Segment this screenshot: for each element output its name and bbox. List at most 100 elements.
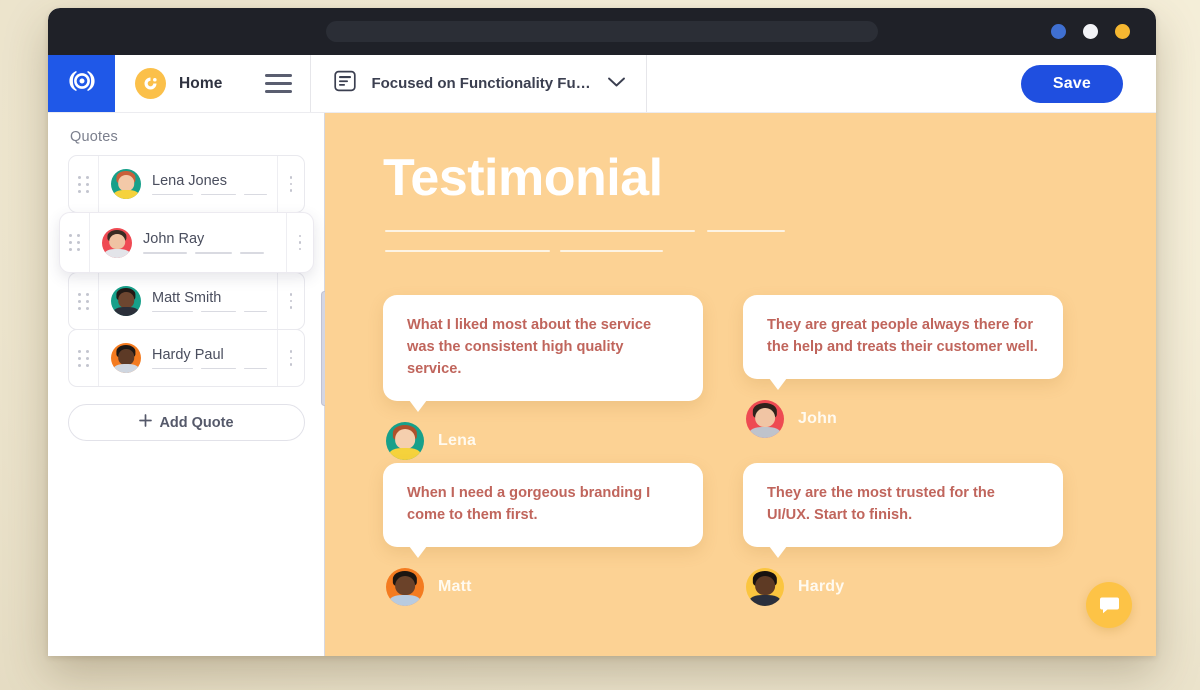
- avatar: [746, 568, 784, 606]
- quote-list-item[interactable]: Matt Smith: [68, 272, 305, 330]
- author-name: Matt: [438, 578, 472, 595]
- avatar-illustration: [111, 286, 141, 316]
- home-nav-item[interactable]: Home: [115, 55, 310, 112]
- quote-list-item[interactable]: Lena Jones: [68, 155, 305, 213]
- quote-drag-handle[interactable]: [69, 273, 99, 329]
- plus-icon: [139, 414, 153, 431]
- quote-item-text: Lena Jones: [152, 173, 267, 196]
- avatar-illustration: [102, 228, 132, 258]
- heading-placeholder-line-row-2: [385, 250, 663, 252]
- avatar: [386, 568, 424, 606]
- quotes-sidebar: Quotes Lena Jones John Ray Matt Smith Hardy…: [48, 113, 328, 656]
- quote-placeholder-lines: [143, 252, 276, 254]
- avatar-illustration: [386, 422, 424, 460]
- quote-list: Lena Jones John Ray Matt Smith Hardy Paul: [48, 155, 325, 387]
- document-icon: [333, 69, 357, 98]
- sidebar-title: Quotes: [70, 129, 118, 145]
- more-vertical-icon: [289, 293, 293, 309]
- app-body: Quotes Lena Jones John Ray Matt Smith Hardy…: [48, 113, 1156, 656]
- quote-drag-handle[interactable]: [60, 213, 90, 272]
- quote-text: They are the most trusted for the UI/UX.…: [767, 485, 995, 524]
- testimonial-canvas: Testimonial What I liked most about the …: [325, 113, 1156, 656]
- brand-logo-icon: [67, 70, 97, 97]
- save-button[interactable]: Save: [1020, 64, 1123, 103]
- add-quote-button[interactable]: Add Quote: [68, 404, 305, 441]
- add-quote-label: Add Quote: [159, 414, 234, 431]
- testimonial-card[interactable]: What I liked most about the service was …: [383, 295, 703, 460]
- window-dot-white-icon[interactable]: [1083, 24, 1098, 39]
- quote-item-content: John Ray: [90, 213, 286, 272]
- quote-text: When I need a gorgeous branding I come t…: [407, 485, 651, 524]
- brand-logo-button[interactable]: [48, 55, 115, 112]
- quote-text: They are great people always there for t…: [767, 317, 1038, 356]
- more-vertical-icon: [298, 234, 302, 251]
- document-selector[interactable]: Focused on Functionality Fue...: [310, 55, 648, 112]
- quote-placeholder-lines: [152, 367, 267, 370]
- home-label: Home: [179, 74, 223, 92]
- avatar-illustration: [386, 568, 424, 606]
- quote-author-name: Lena Jones: [152, 172, 227, 189]
- drag-handle-icon: [78, 349, 89, 367]
- more-vertical-icon: [289, 176, 293, 192]
- home-avatar-icon: [135, 68, 166, 99]
- quote-list-item[interactable]: Hardy Paul: [68, 329, 305, 387]
- window-controls: [1051, 8, 1130, 55]
- quote-item-content: Matt Smith: [99, 273, 277, 329]
- quote-bubble[interactable]: They are great people always there for t…: [743, 295, 1063, 390]
- avatar: [102, 227, 132, 258]
- testimonial-author: Lena: [383, 421, 703, 460]
- chat-bubble-icon[interactable]: [1086, 582, 1132, 628]
- author-name: Hardy: [798, 578, 845, 595]
- address-bar[interactable]: [326, 21, 878, 42]
- quote-bubble[interactable]: What I liked most about the service was …: [383, 295, 703, 411]
- chevron-down-icon[interactable]: [607, 75, 626, 93]
- window-dot-yellow-icon[interactable]: [1115, 24, 1130, 39]
- testimonial-card[interactable]: They are great people always there for t…: [743, 295, 1063, 438]
- testimonial-author: Matt: [383, 568, 703, 606]
- page-title: Testimonial: [383, 149, 663, 207]
- browser-titlebar: [48, 8, 1156, 55]
- quote-item-menu-button[interactable]: [277, 330, 304, 386]
- quote-bubble[interactable]: When I need a gorgeous branding I come t…: [383, 463, 703, 558]
- quote-item-menu-button[interactable]: [286, 213, 313, 272]
- author-name: Lena: [438, 431, 477, 449]
- quote-placeholder-lines: [152, 193, 267, 196]
- quote-text: What I liked most about the service was …: [407, 317, 652, 378]
- quote-drag-handle[interactable]: [69, 330, 99, 386]
- quote-author-name: Hardy Paul: [152, 346, 224, 363]
- quote-placeholder-lines: [152, 310, 267, 313]
- avatar-illustration: [111, 343, 141, 373]
- quote-bubble[interactable]: They are the most trusted for the UI/UX.…: [743, 463, 1063, 558]
- avatar-illustration: [746, 400, 784, 438]
- quote-item-text: John Ray: [143, 231, 276, 254]
- quote-list-item[interactable]: John Ray: [59, 212, 314, 273]
- quote-item-text: Matt Smith: [152, 290, 267, 313]
- avatar: [746, 400, 784, 438]
- author-name: John: [798, 410, 838, 427]
- testimonial-author: Hardy: [743, 568, 1063, 606]
- app-window: Home Focused on Functionality Fue... Sav…: [48, 8, 1156, 656]
- document-title: Focused on Functionality Fue...: [371, 75, 594, 92]
- avatar: [386, 421, 424, 460]
- quote-author-name: John Ray: [143, 231, 205, 248]
- avatar: [111, 343, 141, 373]
- window-dot-blue-icon[interactable]: [1051, 24, 1066, 39]
- quote-author-name: Matt Smith: [152, 289, 222, 306]
- avatar-illustration: [111, 169, 141, 199]
- quote-item-menu-button[interactable]: [277, 156, 304, 212]
- quote-item-content: Hardy Paul: [99, 330, 277, 386]
- quote-drag-handle[interactable]: [69, 156, 99, 212]
- drag-handle-icon: [78, 175, 89, 193]
- testimonial-card[interactable]: They are the most trusted for the UI/UX.…: [743, 463, 1063, 606]
- hamburger-menu-icon[interactable]: [265, 74, 293, 93]
- avatar: [111, 286, 141, 316]
- quote-item-text: Hardy Paul: [152, 347, 267, 370]
- app-toolbar: Home Focused on Functionality Fue... Sav…: [48, 55, 1156, 113]
- drag-handle-icon: [78, 292, 89, 310]
- quote-item-content: Lena Jones: [99, 156, 277, 212]
- testimonial-author: John: [743, 400, 1063, 438]
- testimonial-card[interactable]: When I need a gorgeous branding I come t…: [383, 463, 703, 606]
- quote-item-menu-button[interactable]: [277, 273, 304, 329]
- drag-handle-icon: [69, 234, 80, 251]
